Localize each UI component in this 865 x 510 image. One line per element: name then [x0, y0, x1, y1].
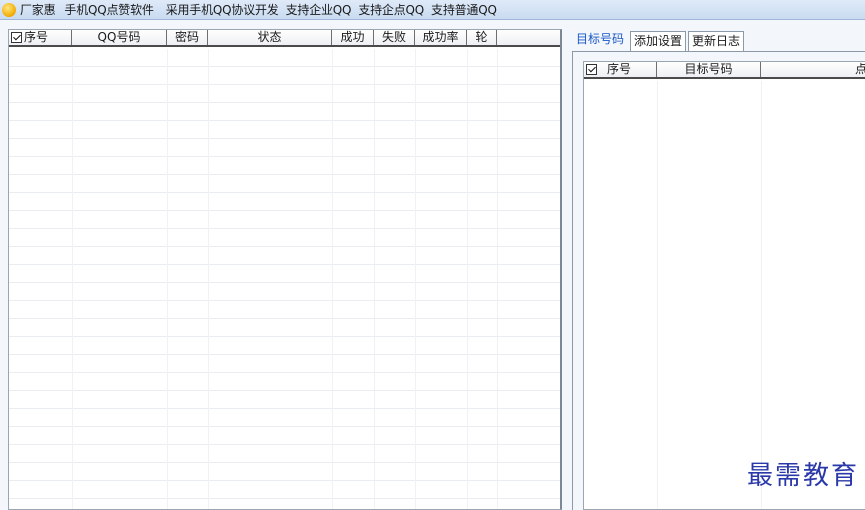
column-header-status[interactable]: 状态 — [208, 30, 332, 45]
account-list-body[interactable] — [9, 49, 560, 509]
title-segment: 手机QQ点赞软件 — [64, 3, 154, 17]
right-panel: 目标号码 添加设置 更新日志 序号 目标号码 点赞 最需教育 — [572, 29, 865, 510]
grid-line — [167, 49, 168, 509]
grid-line — [657, 81, 658, 509]
column-header-index[interactable]: 序号 — [584, 62, 657, 77]
grid-line — [467, 49, 468, 509]
title-segment: 支持企点QQ — [358, 3, 425, 17]
app-logo-icon — [2, 2, 16, 17]
tab-add-settings[interactable]: 添加设置 — [630, 31, 687, 52]
watermark: 最需教育 — [746, 461, 859, 491]
target-list[interactable]: 序号 目标号码 点赞 — [583, 61, 865, 510]
target-list-header: 序号 目标号码 点赞 — [584, 62, 865, 79]
column-header-fail[interactable]: 失败 — [374, 30, 415, 45]
target-list-body[interactable] — [584, 81, 865, 509]
column-header-success-rate[interactable]: 成功率 — [415, 30, 467, 45]
grid-line — [332, 49, 333, 509]
column-header-target-number[interactable]: 目标号码 — [657, 62, 761, 77]
tab-update-log[interactable]: 更新日志 — [688, 31, 745, 52]
column-header-password[interactable]: 密码 — [167, 30, 208, 45]
title-bar: 厂家惠 手机QQ点赞软件 采用手机QQ协议开发 支持企业QQ 支持企点QQ 支持… — [0, 0, 865, 20]
tab-target-numbers[interactable]: 目标号码 — [572, 29, 628, 50]
grid-line — [415, 49, 416, 509]
column-header-qq[interactable]: QQ号码 — [72, 30, 167, 45]
column-header-index[interactable]: 序号 — [9, 30, 72, 45]
select-all-checkbox[interactable] — [586, 64, 597, 75]
title-segment: 支持普通QQ — [431, 3, 497, 17]
tab-bar: 目标号码 添加设置 更新日志 — [572, 29, 746, 52]
title-segment: 支持企业QQ — [285, 3, 352, 17]
grid-line — [208, 49, 209, 509]
grid-line — [497, 49, 498, 509]
tab-content: 序号 目标号码 点赞 — [572, 51, 865, 510]
grid-line — [72, 49, 73, 509]
column-header-round[interactable]: 轮 — [467, 30, 497, 45]
account-list-header: 序号 QQ号码 密码 状态 成功 失败 成功率 轮 — [9, 30, 560, 47]
select-all-checkbox[interactable] — [11, 32, 22, 43]
title-segment: 采用手机QQ协议开发 — [165, 3, 279, 17]
column-header-success[interactable]: 成功 — [332, 30, 374, 45]
column-header-likes[interactable]: 点赞 — [761, 62, 865, 77]
grid-line — [761, 81, 762, 509]
account-list[interactable]: 序号 QQ号码 密码 状态 成功 失败 成功率 轮 — [8, 29, 562, 510]
grid-line — [374, 49, 375, 509]
app-name: 厂家惠 — [20, 3, 56, 17]
